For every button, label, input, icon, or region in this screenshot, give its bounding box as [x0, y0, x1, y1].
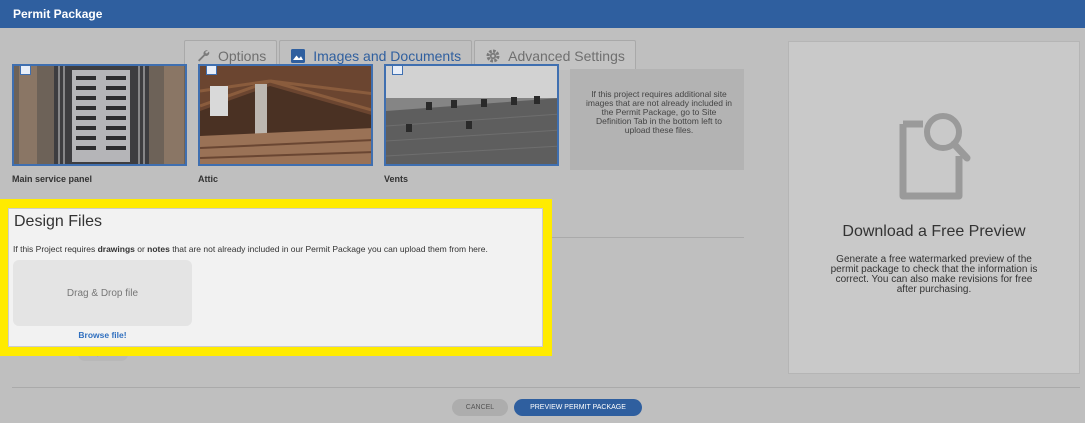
image-checkbox[interactable]: [206, 66, 217, 75]
image-checkbox[interactable]: [20, 66, 31, 75]
image-caption-main-service-panel: Main service panel: [12, 174, 93, 184]
preview-permit-package-button[interactable]: PREVIEW PERMIT PACKAGE: [514, 399, 642, 416]
header-bar: Permit Package: [0, 0, 1085, 28]
drag-drop-zone[interactable]: Drag & Drop file: [13, 260, 192, 326]
roof-vents-photo: [386, 66, 557, 164]
page-title: Permit Package: [13, 7, 103, 21]
image-caption-vents: Vents: [384, 174, 409, 184]
electrical-panel-photo: [14, 66, 185, 164]
site-image-vents[interactable]: [384, 64, 559, 166]
preview-title: Download a Free Preview: [842, 223, 1026, 240]
section-divider: [548, 237, 744, 238]
document-search-icon: [893, 108, 973, 200]
additional-images-info-text: If this project requires additional site…: [585, 89, 732, 135]
footer-divider: [12, 387, 1080, 388]
tab-advanced-settings-label: Advanced Settings: [508, 47, 625, 64]
browse-file-link[interactable]: Browse file!: [13, 330, 192, 340]
tab-options-label: Options: [218, 47, 267, 64]
attic-photo: [200, 66, 371, 164]
image-icon: [290, 48, 306, 64]
image-checkbox[interactable]: [392, 66, 403, 75]
cancel-button[interactable]: CANCEL: [452, 399, 508, 416]
design-files-description: If this Project requires drawings or not…: [13, 244, 488, 254]
preview-description: Generate a free watermarked preview of t…: [830, 254, 1038, 295]
image-caption-attic: Attic: [198, 174, 218, 184]
gear-icon: [485, 48, 501, 64]
design-files-title: Design Files: [14, 213, 103, 230]
site-image-main-service-panel[interactable]: [12, 64, 187, 166]
drag-drop-label: Drag & Drop file: [66, 287, 139, 299]
wrench-icon: [195, 48, 211, 64]
design-files-card: Design Files If this Project requires dr…: [8, 208, 543, 347]
additional-images-info-box: If this project requires additional site…: [570, 69, 744, 170]
tab-images-and-documents-label: Images and Documents: [313, 47, 462, 64]
site-image-attic[interactable]: [198, 64, 373, 166]
preview-panel: Download a Free Preview Generate a free …: [788, 41, 1080, 374]
